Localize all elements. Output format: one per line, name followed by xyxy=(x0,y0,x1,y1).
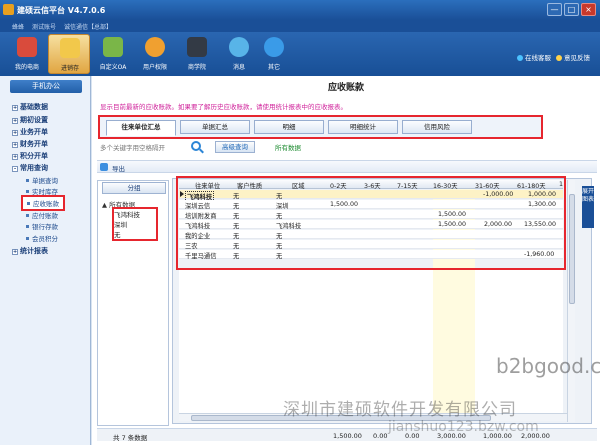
minimize-button[interactable]: — xyxy=(547,3,562,16)
nav-group-common-queries[interactable]: - 常用查询 xyxy=(12,163,48,173)
account-name: 测试账号 xyxy=(32,24,57,31)
nav-item-receivables[interactable]: 应收账款 xyxy=(21,195,65,211)
advanced-search-button[interactable]: 高级查询 xyxy=(215,141,255,153)
online-service-link[interactable]: 在线客服 xyxy=(517,52,551,62)
nav-group-basic-data[interactable]: + 基础数据 xyxy=(12,102,48,112)
home-icon xyxy=(17,37,37,57)
chat-bubble-icon xyxy=(229,37,249,57)
graduation-cap-icon xyxy=(187,37,207,57)
main-panel: 应收账款 显示目前最新的应收账款。如果要了解历史应收账款，请使用统计报表中的应收… xyxy=(92,76,600,445)
watermark-url: jianshuo123.bzw.com xyxy=(388,419,539,435)
company-name: 诚信通信【总部】 xyxy=(64,24,113,31)
headset-icon xyxy=(517,55,523,61)
toolbar-inventory[interactable]: 进销存 xyxy=(48,34,90,74)
tab-detail-stats[interactable]: 明细统计 xyxy=(328,120,398,134)
page-title: 应收账款 xyxy=(327,83,364,93)
search-icon[interactable] xyxy=(191,141,201,151)
pencil-ruler-icon xyxy=(103,37,123,57)
tree-item-feihong[interactable]: 飞鸿科技 xyxy=(114,209,140,219)
export-button[interactable]: 导出 xyxy=(112,163,125,173)
search-input[interactable]: 多个关键字用空格隔开 xyxy=(100,142,165,152)
app-logo-icon xyxy=(3,4,14,15)
nav-item-bank-deposit[interactable]: 银行存款 xyxy=(26,221,58,231)
main-toolbar: 我的电商 进销存 自定义OA 用户权限 商学院 消息 其它 在线客服 意见反馈 xyxy=(0,32,600,76)
row-count: 共 7 条数据 xyxy=(113,434,148,442)
tab-unit-summary[interactable]: 往来单位汇总 xyxy=(106,120,176,136)
toolbar-custom-oa[interactable]: 自定义OA xyxy=(92,34,134,74)
toolbar-other[interactable]: 其它 xyxy=(253,34,295,74)
collapse-icon: - xyxy=(12,166,18,172)
expand-icon: + xyxy=(12,130,18,136)
expand-chart-button[interactable]: 展开图表 xyxy=(582,186,594,228)
grid-highlight-box xyxy=(176,176,566,270)
tab-document-summary[interactable]: 单据汇总 xyxy=(180,120,250,134)
nav-group-initial-settings[interactable]: + 期初设置 xyxy=(12,115,48,125)
group-pane: 分组 ▲ 所有数据 飞鸿科技 深圳 无 xyxy=(97,180,169,426)
toolbar-business-school[interactable]: 商学院 xyxy=(176,34,218,74)
user-name: 蜂蜂 xyxy=(12,24,25,31)
hint-text: 显示目前最新的应收账款。如果要了解历史应收账款，请使用统计报表中的应收报表。 xyxy=(100,103,347,111)
tab-details[interactable]: 明细 xyxy=(254,120,324,134)
close-button[interactable]: × xyxy=(581,3,596,16)
tree-item-shenzhen[interactable]: 深圳 xyxy=(114,219,127,229)
expand-icon: + xyxy=(12,105,18,111)
mobile-office-button[interactable]: 手机办公 xyxy=(10,80,82,93)
feedback-link[interactable]: 意见反馈 xyxy=(556,52,590,62)
notepad-icon xyxy=(60,38,80,58)
all-data-link[interactable]: 所有数据 xyxy=(275,142,301,152)
vertical-scrollbar[interactable] xyxy=(567,180,575,422)
search-row: 多个关键字用空格隔开 高级查询 所有数据 xyxy=(100,141,580,155)
toolbar-user-permissions[interactable]: 用户权限 xyxy=(134,34,176,74)
download-arrow-icon xyxy=(264,37,284,57)
scroll-thumb[interactable] xyxy=(569,194,575,304)
nav-item-document-query[interactable]: 单据查询 xyxy=(26,175,58,185)
tab-bar: 往来单位汇总 单据汇总 明细 明细统计 信用风险 xyxy=(98,115,543,139)
expand-icon: + xyxy=(12,118,18,124)
window-title: 建硕云信平台 V4.7.0.6 xyxy=(17,6,106,15)
nav-group-business-orders[interactable]: + 业务开单 xyxy=(12,127,48,137)
tab-credit-risk[interactable]: 信用风险 xyxy=(402,120,472,134)
group-button[interactable]: 分组 xyxy=(102,182,166,194)
export-bar: 导出 xyxy=(97,160,597,173)
expand-icon: + xyxy=(12,154,18,160)
maximize-button[interactable]: □ xyxy=(564,3,579,16)
nav-item-payables[interactable]: 应付账款 xyxy=(26,210,58,220)
watermark-company: 深圳市建硕软件开发有限公司 xyxy=(283,400,517,420)
user-bar: 蜂蜂 测试账号 诚信通信【总部】 xyxy=(0,20,600,32)
toolbar-my-ecommerce[interactable]: 我的电商 xyxy=(6,34,48,74)
nav-item-member-points[interactable]: 会员积分 xyxy=(26,233,58,243)
nav-group-finance-orders[interactable]: + 财务开单 xyxy=(12,139,48,149)
watermark-b2bgood: b2bgood.com xyxy=(496,354,600,378)
expand-icon: + xyxy=(12,142,18,148)
sidebar: 手机办公 + 基础数据 + 期初设置 + 业务开单 + 财务开单 + 积分开单 - 常用查询… xyxy=(0,76,91,445)
feedback-icon xyxy=(556,55,562,61)
expand-icon: + xyxy=(12,249,18,255)
export-icon[interactable] xyxy=(100,163,108,171)
tree-item-none[interactable]: 无 xyxy=(114,229,121,239)
title-bar: 建硕云信平台 V4.7.0.6 — □ × xyxy=(0,0,600,20)
nav-group-stat-reports[interactable]: + 统计报表 xyxy=(12,246,48,256)
nav-group-points-orders[interactable]: + 积分开单 xyxy=(12,151,48,161)
users-icon xyxy=(145,37,165,57)
